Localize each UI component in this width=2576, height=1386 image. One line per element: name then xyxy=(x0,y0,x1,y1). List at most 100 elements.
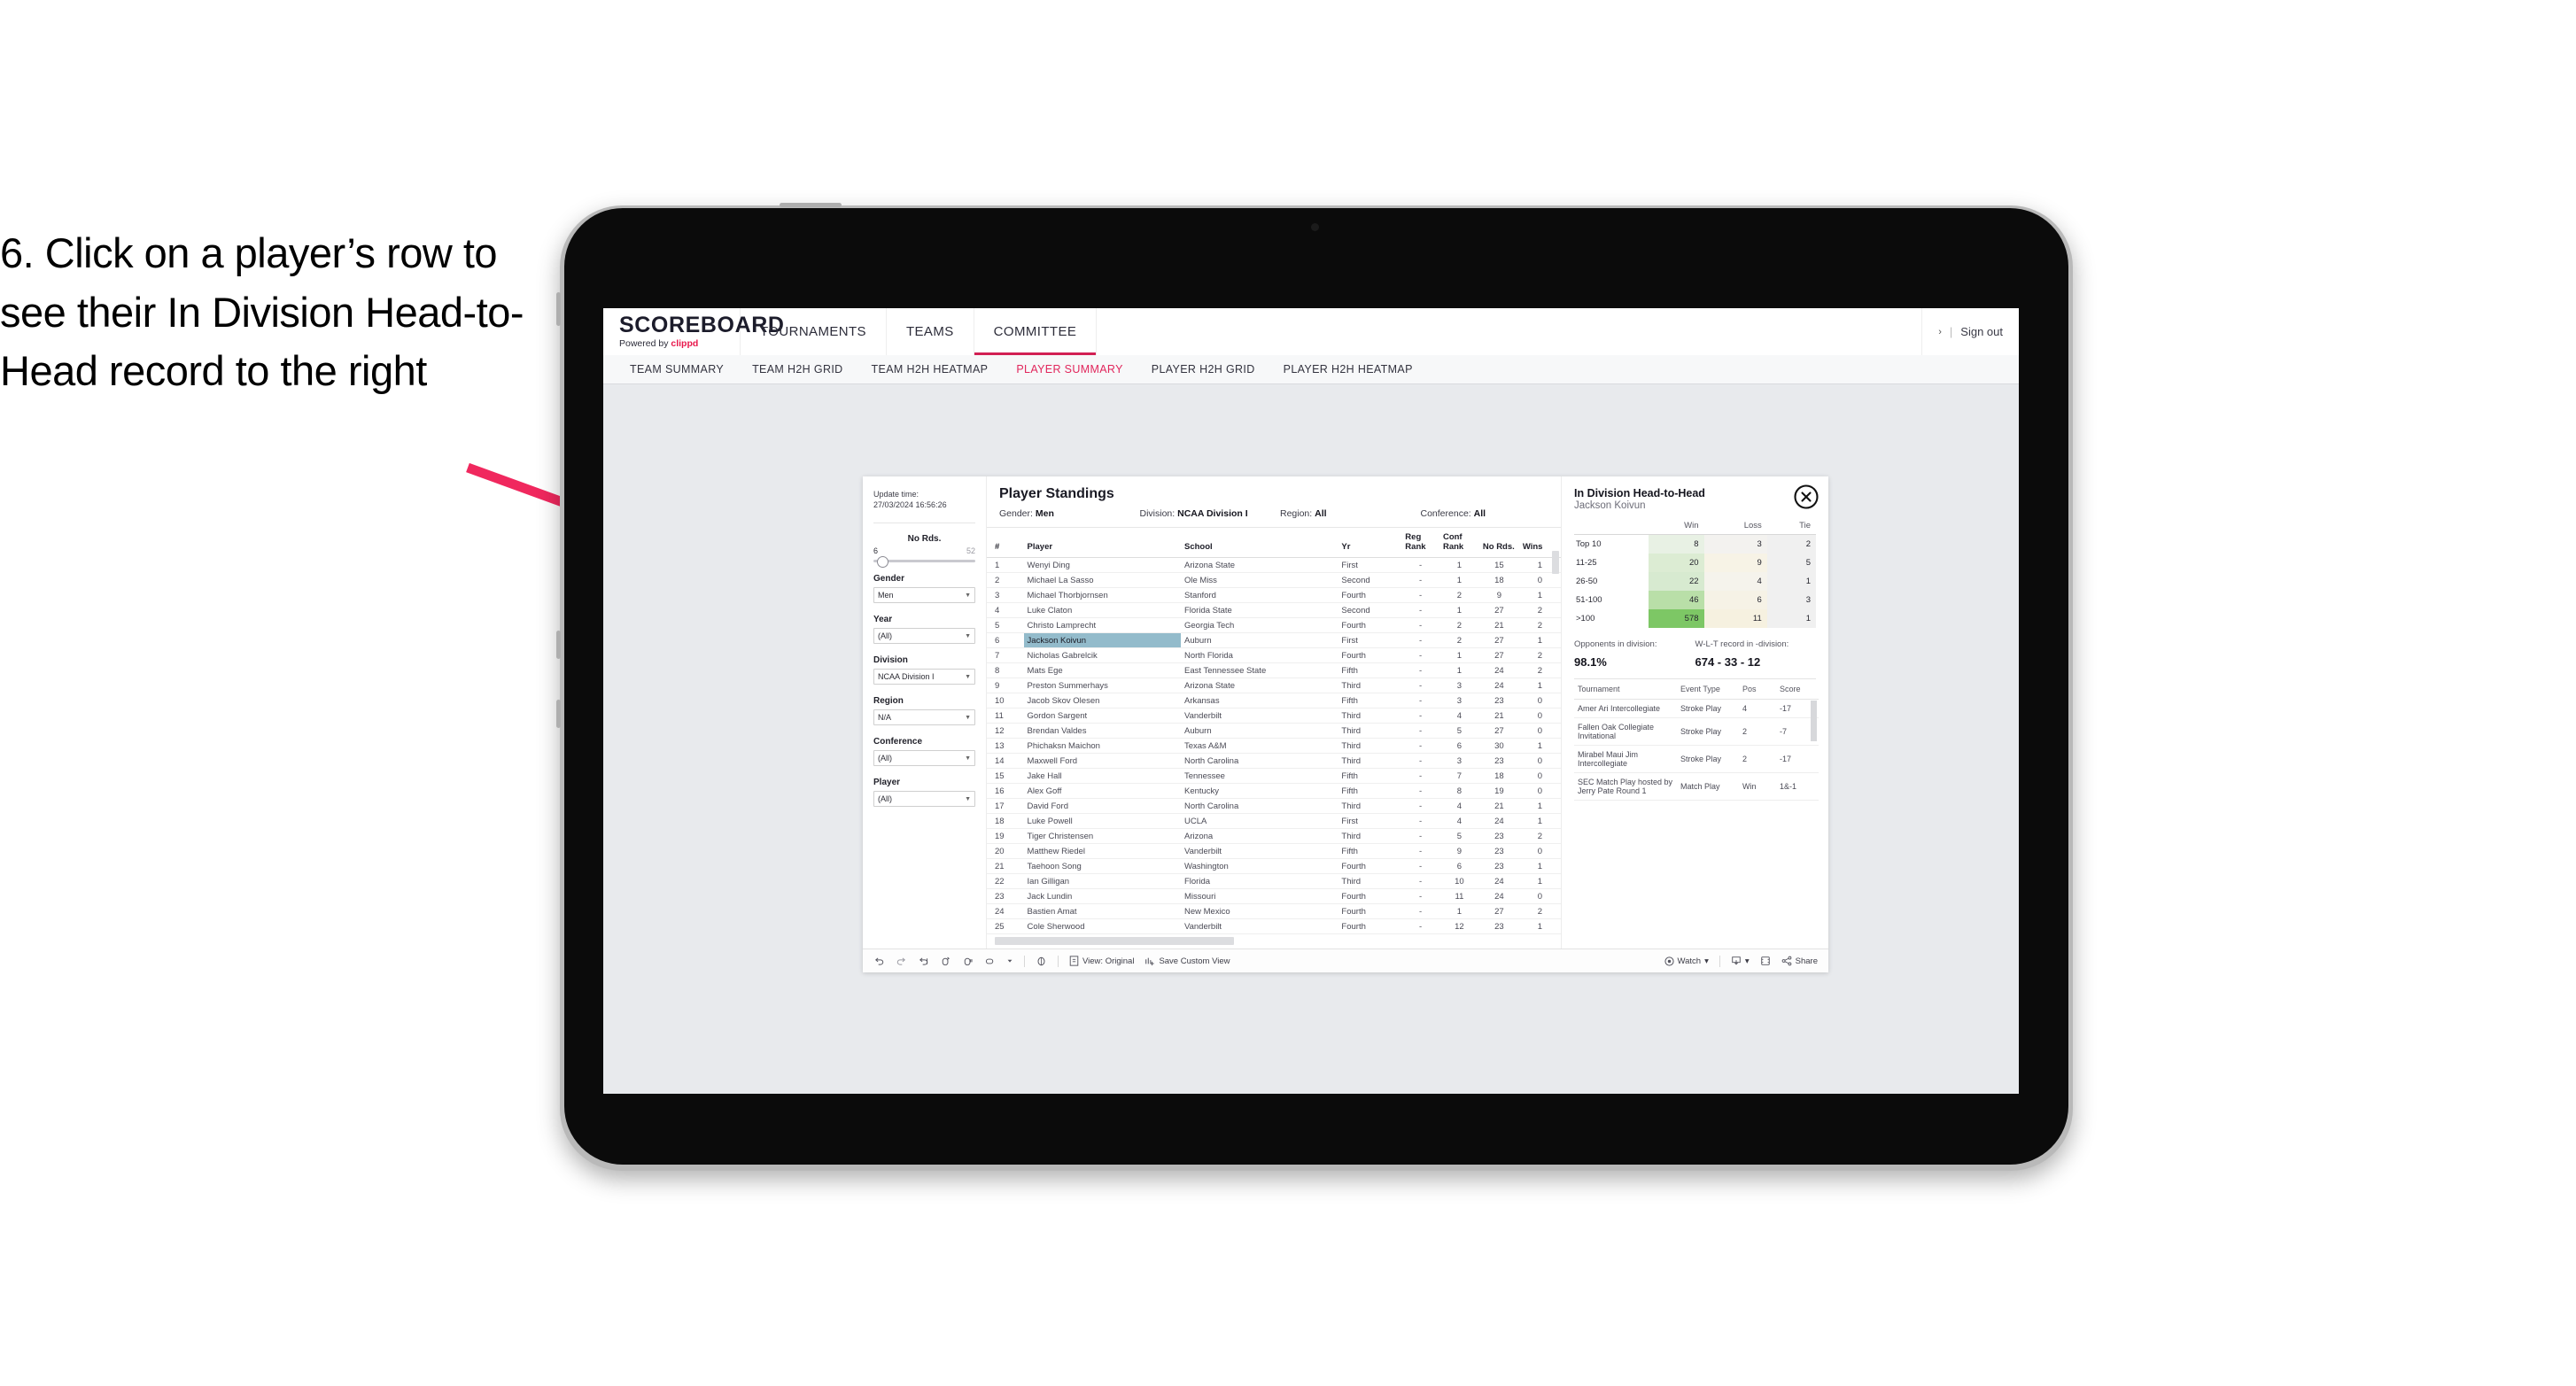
table-row[interactable]: 12 Brendan Valdes Auburn Third -5 27 0 xyxy=(987,723,1561,739)
table-row[interactable]: 19 Tiger Christensen Arizona Third -5 23 2 xyxy=(987,828,1561,844)
app-logo[interactable]: SCOREBOARD Powered by clippd xyxy=(603,308,784,355)
table-row[interactable]: 10 Jacob Skov Olesen Arkansas Fifth -3 23 0 xyxy=(987,693,1561,708)
undo-icon[interactable] xyxy=(873,956,885,967)
close-circle-icon[interactable] xyxy=(1793,484,1819,510)
col-event-type[interactable]: Event Type xyxy=(1677,678,1739,700)
table-row[interactable]: 13 Phichaksn Maichon Texas A&M Third -6 30 1 xyxy=(987,738,1561,754)
col-conf-rank[interactable]: Conf Rank xyxy=(1439,528,1479,558)
subtab-player-h2h-heatmap[interactable]: PLAYER H2H HEATMAP xyxy=(1269,363,1427,376)
download-button[interactable]: ▾ xyxy=(1731,956,1750,966)
table-row[interactable]: 7 Nicholas Gabrelcik North Florida Fourth -1… xyxy=(987,647,1561,663)
standings-summary: Gender: Men Division: NCAA Division I Re… xyxy=(987,508,1561,527)
player-wins: 1 xyxy=(1518,873,1561,889)
tablet-volume-up-button[interactable] xyxy=(556,631,561,659)
revert-icon[interactable] xyxy=(918,956,929,967)
player-school: Georgia Tech xyxy=(1180,617,1338,633)
col-player[interactable]: Player xyxy=(1023,528,1181,558)
table-row[interactable]: 14 Maxwell Ford North Carolina Third -3 23 0 xyxy=(987,753,1561,769)
table-row[interactable]: 6 Jackson Koivun Auburn First -2 27 1 xyxy=(987,632,1561,648)
view-original-button[interactable]: View: Original xyxy=(1069,956,1134,966)
tournament-scrollbar[interactable] xyxy=(1811,700,1817,741)
fullscreen-icon[interactable] xyxy=(1760,956,1771,966)
chevron-down-icon: ▾ xyxy=(1744,956,1750,966)
zoom-icon[interactable] xyxy=(984,956,996,967)
filter-division-select[interactable]: NCAA Division I ▼ xyxy=(873,669,975,685)
table-row[interactable]: 4 Luke Claton Florida State Second -1 27 2 xyxy=(987,602,1561,618)
table-row[interactable]: 16 Alex Goff Kentucky Fifth -8 19 0 xyxy=(987,783,1561,799)
table-row[interactable]: 1 Wenyi Ding Arizona State First -1 15 1 xyxy=(987,557,1561,573)
table-row[interactable]: 24 Bastien Amat New Mexico Fourth -1 27 2 xyxy=(987,903,1561,919)
filter-player-select[interactable]: (All) ▼ xyxy=(873,791,975,808)
tournament-row[interactable]: SEC Match Play hosted by Jerry Pate Roun… xyxy=(1574,772,1819,801)
col-score[interactable]: Score xyxy=(1776,678,1819,700)
tournament-row[interactable]: Amer Ari Intercollegiate Stroke Play 4 -17 xyxy=(1574,699,1819,718)
subtab-team-summary[interactable]: TEAM SUMMARY xyxy=(616,363,738,376)
chevron-down-icon[interactable] xyxy=(1006,957,1013,964)
subtab-team-h2h-grid[interactable]: TEAM H2H GRID xyxy=(738,363,857,376)
subtab-team-h2h-heatmap[interactable]: TEAM H2H HEATMAP xyxy=(857,363,1003,376)
save-custom-view-button[interactable]: Save Custom View xyxy=(1144,956,1230,966)
table-row[interactable]: 15 Jake Hall Tennessee Fifth -7 18 0 xyxy=(987,768,1561,784)
player-wins: 1 xyxy=(1518,798,1561,814)
player-reg-rank: - xyxy=(1401,768,1439,784)
slider-track[interactable] xyxy=(873,556,975,569)
player-school: Arizona State xyxy=(1180,678,1338,693)
player-rank: 22 xyxy=(987,873,1024,889)
col-school[interactable]: School xyxy=(1180,528,1338,558)
filter-conference-select[interactable]: (All) ▼ xyxy=(873,750,975,767)
col-pos[interactable]: Pos xyxy=(1739,678,1776,700)
tablet-power-button[interactable] xyxy=(556,292,561,326)
redo-icon[interactable] xyxy=(896,956,907,967)
presentation-icon[interactable] xyxy=(1036,956,1047,967)
nav-tab-tournaments[interactable]: TOURNAMENTS xyxy=(741,308,887,355)
table-row[interactable]: 11 Gordon Sargent Vanderbilt Third -4 21 0 xyxy=(987,708,1561,724)
standings-vertical-scrollbar[interactable] xyxy=(1552,551,1559,574)
table-row[interactable]: 18 Luke Powell UCLA First -4 24 1 xyxy=(987,813,1561,829)
subtab-player-h2h-grid[interactable]: PLAYER H2H GRID xyxy=(1137,363,1269,376)
col-reg-rank[interactable]: Reg Rank xyxy=(1401,528,1439,558)
table-row[interactable]: 17 David Ford North Carolina Third -4 21 1 xyxy=(987,798,1561,814)
table-row[interactable]: 9 Preston Summerhays Arizona State Third -3 2… xyxy=(987,678,1561,693)
h2h-win-value: 22 xyxy=(1648,571,1704,591)
player-name: Cole Sherwood xyxy=(1023,918,1181,934)
pause-icon[interactable] xyxy=(962,956,974,967)
table-row[interactable]: 20 Matthew Riedel Vanderbilt Fifth -9 23 0 xyxy=(987,843,1561,859)
nav-tab-committee[interactable]: COMMITTEE xyxy=(974,308,1098,355)
subtab-player-summary[interactable]: PLAYER SUMMARY xyxy=(1002,363,1137,376)
slider-handle[interactable] xyxy=(877,556,888,569)
standings-horizontal-scrollbar[interactable] xyxy=(995,937,1234,945)
filter-year-select[interactable]: (All) ▼ xyxy=(873,628,975,645)
col-rank[interactable]: # xyxy=(987,528,1024,558)
filter-gender: Gender Men ▼ xyxy=(873,574,975,604)
filter-region-select[interactable]: N/A ▼ xyxy=(873,709,975,726)
tablet-top-button[interactable] xyxy=(780,203,842,207)
table-row[interactable]: 23 Jack Lundin Missouri Fourth -11 24 0 xyxy=(987,888,1561,904)
table-row[interactable]: 5 Christo Lamprecht Georgia Tech Fourth -2 21… xyxy=(987,617,1561,633)
table-row[interactable]: 8 Mats Ege East Tennessee State Fifth -1 24 2 xyxy=(987,662,1561,678)
h2h-loss-value: 9 xyxy=(1703,553,1767,572)
h2h-loss-value: 11 xyxy=(1703,608,1767,628)
table-row[interactable]: 2 Michael La Sasso Ole Miss Second -1 18 0 xyxy=(987,572,1561,588)
player-wins: 0 xyxy=(1518,723,1561,739)
table-row[interactable]: 3 Michael Thorbjornsen Stanford Fourth -2 9 1 xyxy=(987,587,1561,603)
table-row[interactable]: 22 Ian Gilligan Florida Third -10 24 1 xyxy=(987,873,1561,889)
refresh-icon[interactable] xyxy=(940,956,951,967)
tournament-row[interactable]: Mirabel Maui Jim Intercollegiate Stroke P… xyxy=(1574,745,1819,773)
col-no-rounds[interactable]: No Rds. xyxy=(1478,528,1519,558)
col-tournament[interactable]: Tournament xyxy=(1574,678,1677,700)
share-button[interactable]: Share xyxy=(1781,956,1818,966)
tablet-screen: SCOREBOARD Powered by clippd TOURNAMENTS… xyxy=(603,308,2019,1094)
table-row[interactable]: 21 Taehoon Song Washington Fourth -6 23 1 xyxy=(987,858,1561,874)
filter-conference: Conference (All) ▼ xyxy=(873,737,975,767)
table-row[interactable]: 25 Cole Sherwood Vanderbilt Fourth -12 23 1 xyxy=(987,918,1561,934)
tournament-row[interactable]: Fallen Oak Collegiate Invitational Stroke… xyxy=(1574,717,1819,746)
sign-out-link[interactable]: Sign out xyxy=(1960,325,2003,338)
tablet-volume-down-button[interactable] xyxy=(556,700,561,728)
filter-gender-select[interactable]: Men ▼ xyxy=(873,587,975,604)
chevron-right-icon[interactable]: › xyxy=(1938,327,1942,337)
tournament-name: Mirabel Maui Jim Intercollegiate xyxy=(1574,745,1677,773)
watch-button[interactable]: Watch ▾ xyxy=(1664,956,1709,966)
nav-tab-teams[interactable]: TEAMS xyxy=(887,308,974,355)
summary-conference-label: Conference: xyxy=(1420,508,1471,519)
col-year[interactable]: Yr xyxy=(1338,528,1402,558)
